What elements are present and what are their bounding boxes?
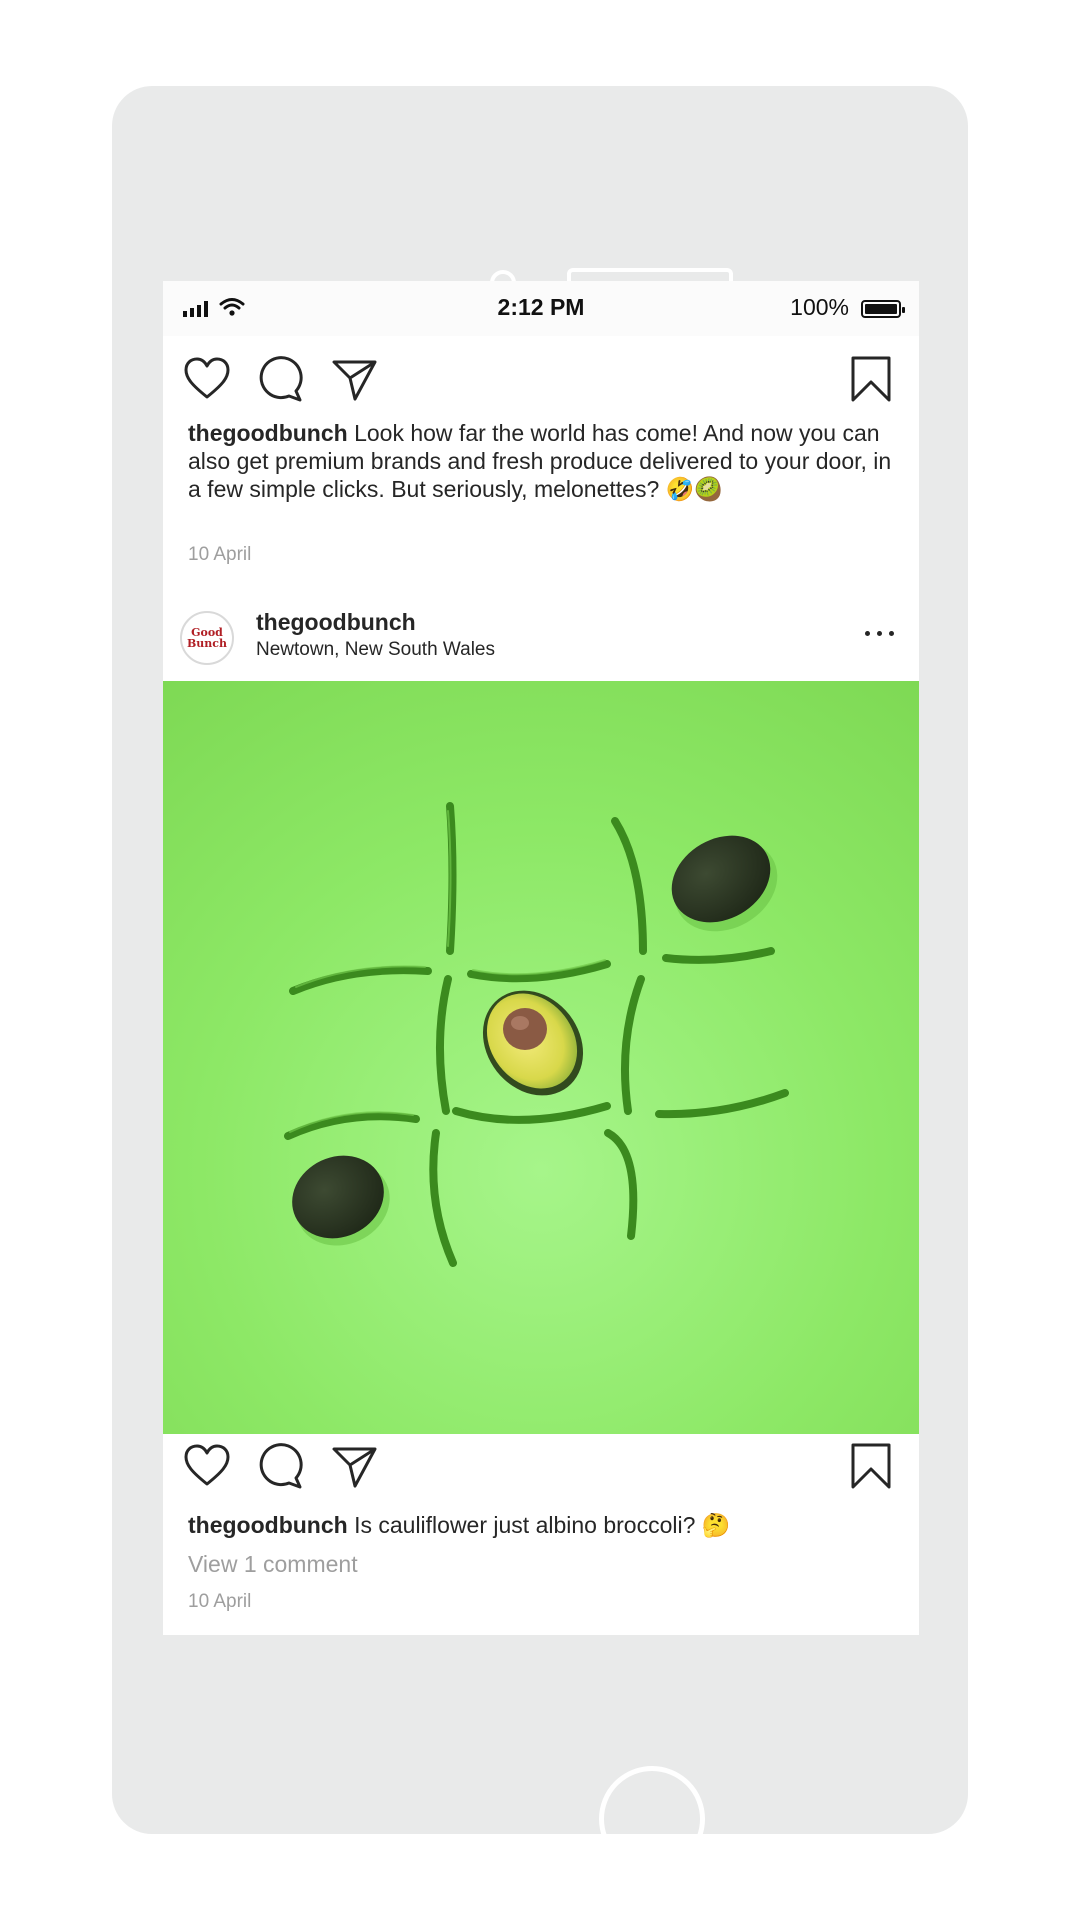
comment-icon[interactable] bbox=[256, 354, 306, 404]
status-bar: 2:12 PM 100% bbox=[163, 281, 919, 336]
post2-username[interactable]: thegoodbunch bbox=[256, 609, 416, 636]
more-options-icon[interactable] bbox=[865, 627, 895, 641]
post2-action-bar bbox=[163, 1441, 919, 1501]
phone-screen: 2:12 PM 100% thegoodbunch Look how far t… bbox=[163, 281, 919, 1635]
post1-action-bar bbox=[163, 354, 919, 414]
post1-username[interactable]: thegoodbunch bbox=[188, 420, 348, 446]
share-icon[interactable] bbox=[329, 1441, 379, 1491]
home-button[interactable] bbox=[599, 1766, 705, 1872]
bookmark-icon[interactable] bbox=[849, 1441, 893, 1491]
post2-caption-username[interactable]: thegoodbunch bbox=[188, 1512, 348, 1538]
post1-date: 10 April bbox=[188, 544, 252, 565]
post2-header: Good Bunch thegoodbunch Newtown, New Sou… bbox=[163, 601, 919, 671]
view-comments-link[interactable]: View 1 comment bbox=[188, 1551, 358, 1578]
battery-icon bbox=[861, 300, 905, 318]
comment-icon[interactable] bbox=[256, 1441, 306, 1491]
post-photo[interactable] bbox=[163, 681, 919, 1434]
avatar-text-line2: Bunch bbox=[187, 637, 227, 650]
share-icon[interactable] bbox=[329, 354, 379, 404]
post1-caption: thegoodbunch Look how far the world has … bbox=[188, 419, 903, 503]
heart-icon[interactable] bbox=[182, 1441, 232, 1491]
heart-icon[interactable] bbox=[182, 354, 232, 404]
battery-percentage: 100% bbox=[790, 294, 849, 320]
bookmark-icon[interactable] bbox=[849, 354, 893, 404]
post2-date: 10 April bbox=[188, 1591, 252, 1612]
avatar[interactable]: Good Bunch bbox=[180, 611, 234, 665]
post2-location[interactable]: Newtown, New South Wales bbox=[256, 639, 495, 661]
post2-caption-text: Is cauliflower just albino broccoli? 🤔 bbox=[347, 1512, 731, 1538]
post2-caption: thegoodbunch Is cauliflower just albino … bbox=[188, 1511, 903, 1539]
